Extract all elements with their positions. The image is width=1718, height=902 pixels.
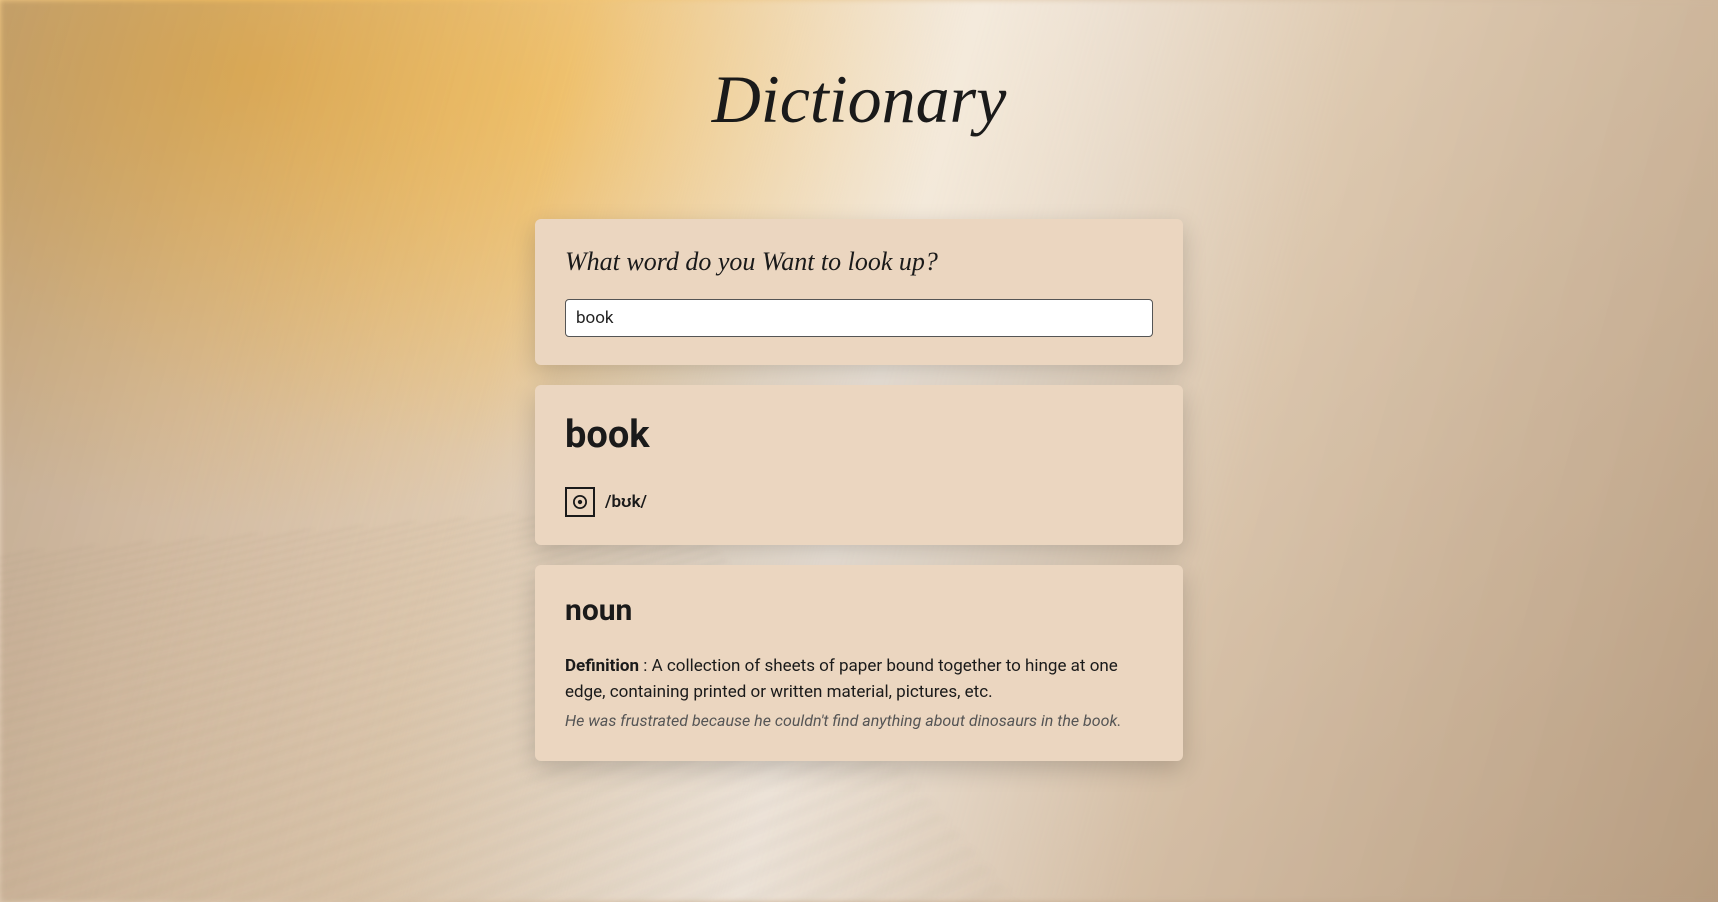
definition-text: : A collection of sheets of paper bound … <box>565 656 1118 702</box>
search-label: What word do you Want to look up? <box>565 247 1153 277</box>
play-circle-icon <box>573 495 587 509</box>
example-line: He was frustrated because he couldn't fi… <box>565 709 1153 733</box>
word-card: book /bʊk/ <box>535 385 1183 545</box>
phonetic-row: /bʊk/ <box>565 487 1153 517</box>
meaning-card: noun Definition : A collection of sheets… <box>535 565 1183 761</box>
search-input[interactable] <box>565 299 1153 337</box>
search-card: What word do you Want to look up? <box>535 219 1183 365</box>
play-audio-button[interactable] <box>565 487 595 517</box>
phonetic-text: /bʊk/ <box>605 492 647 512</box>
part-of-speech-heading: noun <box>565 593 1153 628</box>
definition-line: Definition : A collection of sheets of p… <box>565 654 1153 705</box>
definition-label: Definition <box>565 656 639 676</box>
page-title: Dictionary <box>0 0 1718 219</box>
word-heading: book <box>565 413 1153 457</box>
